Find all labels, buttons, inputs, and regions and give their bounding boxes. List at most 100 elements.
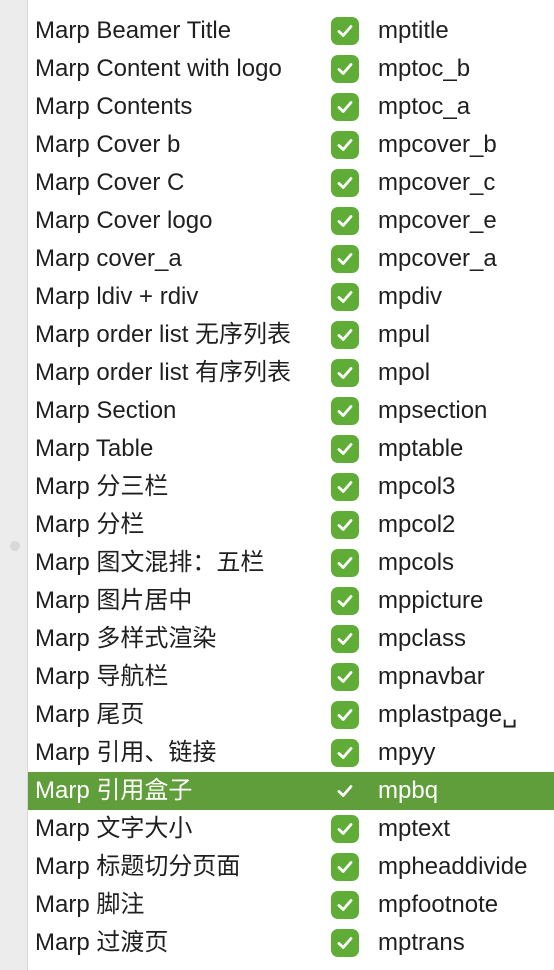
enabled-checkbox[interactable]: [331, 853, 359, 881]
snippet-abbreviation: mpcols: [378, 549, 455, 576]
enabled-checkbox[interactable]: [331, 169, 359, 197]
snippet-row[interactable]: Marp 导航栏 mpnavbar: [28, 658, 554, 696]
snippet-abbreviation: mpcol2: [378, 511, 456, 538]
enabled-checkbox[interactable]: [331, 815, 359, 843]
snippet-abbreviation: mpfootnote: [378, 891, 499, 918]
snippet-row[interactable]: Marp 分栏 mpcol2: [28, 506, 554, 544]
checkmark-icon: [337, 519, 353, 531]
snippet-row[interactable]: Marp ldiv + rdiv mpdiv: [28, 278, 554, 316]
checkmark-icon: [337, 899, 353, 911]
enabled-checkbox[interactable]: [331, 473, 359, 501]
enabled-checkbox[interactable]: [331, 511, 359, 539]
snippet-row[interactable]: Marp 多样式渲染 mpclass: [28, 620, 554, 658]
snippet-abbreviation: mpcover_b: [378, 131, 497, 158]
snippet-abbreviation: mplastpage␣: [378, 701, 518, 728]
checkmark-icon: [337, 177, 353, 189]
checkmark-icon: [337, 443, 353, 455]
checkmark-icon: [337, 747, 353, 759]
snippet-name: Marp 导航栏: [35, 663, 169, 690]
snippet-row[interactable]: Marp 引用、链接 mpyy: [28, 734, 554, 772]
snippet-row[interactable]: Marp 图文混排：五栏 mpcols: [28, 544, 554, 582]
checkmark-icon: [337, 709, 353, 721]
snippet-abbreviation: mpyy: [378, 739, 436, 766]
checkmark-icon: [337, 25, 353, 37]
splitter-handle-icon[interactable]: [10, 541, 20, 551]
checkmark-icon: [337, 101, 353, 113]
snippet-name: Marp Content with logo: [35, 55, 282, 82]
snippet-list-window: Marp Beamer Title mptitle Marp Content wit…: [0, 0, 554, 970]
snippet-row[interactable]: Marp order list 无序列表 mpul: [28, 316, 554, 354]
snippet-abbreviation: mptoc_a: [378, 93, 471, 120]
enabled-checkbox[interactable]: [331, 93, 359, 121]
enabled-checkbox[interactable]: [331, 321, 359, 349]
checkmark-icon: [337, 671, 353, 683]
snippet-row[interactable]: Marp cover_a mpcover_a: [28, 240, 554, 278]
snippet-row[interactable]: Marp order list 有序列表 mpol: [28, 354, 554, 392]
snippet-row[interactable]: Marp 标题切分页面 mpheaddivide: [28, 848, 554, 886]
snippet-row[interactable]: Marp 引用盒子 mpbq: [28, 772, 554, 810]
snippet-row[interactable]: Marp Cover C mpcover_c: [28, 164, 554, 202]
checkmark-icon: [337, 253, 353, 265]
checkmark-icon: [337, 405, 353, 417]
snippet-row[interactable]: Marp 文字大小 mptext: [28, 810, 554, 848]
snippet-name: Marp ldiv + rdiv: [35, 283, 199, 310]
snippet-row[interactable]: Marp Cover logo mpcover_e: [28, 202, 554, 240]
sidebar-divider[interactable]: [0, 0, 28, 970]
enabled-checkbox[interactable]: [331, 587, 359, 615]
enabled-checkbox[interactable]: [331, 663, 359, 691]
snippet-row[interactable]: Marp 分三栏 mpcol3: [28, 468, 554, 506]
checkmark-icon: [337, 329, 353, 341]
snippet-row[interactable]: Marp Section mpsection: [28, 392, 554, 430]
enabled-checkbox[interactable]: [331, 929, 359, 957]
enabled-checkbox[interactable]: [331, 397, 359, 425]
snippet-name: Marp 过渡页: [35, 929, 169, 956]
enabled-checkbox[interactable]: [331, 245, 359, 273]
enabled-checkbox[interactable]: [331, 207, 359, 235]
checkmark-icon: [337, 63, 353, 75]
snippet-row[interactable]: Marp 过渡页 mptrans: [28, 924, 554, 962]
snippet-name: Marp 分栏: [35, 511, 145, 538]
snippet-abbreviation: mpbq: [378, 777, 439, 804]
snippet-abbreviation: mpclass: [378, 625, 467, 652]
enabled-checkbox[interactable]: [331, 435, 359, 463]
snippet-name: Marp order list 无序列表: [35, 321, 292, 348]
snippet-row[interactable]: Marp 图片居中 mppicture: [28, 582, 554, 620]
snippet-name: Marp Cover b: [35, 131, 181, 158]
enabled-checkbox[interactable]: [331, 359, 359, 387]
checkmark-icon: [337, 557, 353, 569]
enabled-checkbox[interactable]: [331, 891, 359, 919]
snippet-name: Marp cover_a: [35, 245, 182, 272]
snippet-abbreviation: mptrans: [378, 929, 465, 956]
snippet-name: Marp Section: [35, 397, 177, 424]
enabled-checkbox[interactable]: [331, 549, 359, 577]
checkmark-icon: [337, 291, 353, 303]
snippet-abbreviation: mptitle: [378, 17, 449, 44]
checkmark-icon: [337, 861, 353, 873]
snippet-row[interactable]: Marp Content with logo mptoc_b: [28, 50, 554, 88]
snippet-name: Marp 多样式渲染: [35, 625, 217, 652]
snippet-abbreviation: mptext: [378, 815, 451, 842]
enabled-checkbox[interactable]: [331, 131, 359, 159]
snippet-abbreviation: mpnavbar: [378, 663, 485, 690]
snippet-name: Marp Cover logo: [35, 207, 213, 234]
snippet-row[interactable]: Marp 脚注 mpfootnote: [28, 886, 554, 924]
snippet-name: Marp order list 有序列表: [35, 359, 292, 386]
snippet-abbreviation: mpcover_c: [378, 169, 496, 196]
enabled-checkbox[interactable]: [331, 701, 359, 729]
enabled-checkbox[interactable]: [331, 739, 359, 767]
snippet-row[interactable]: Marp Cover b mpcover_b: [28, 126, 554, 164]
enabled-checkbox[interactable]: [331, 777, 359, 805]
snippet-row[interactable]: Marp 尾页 mplastpage␣: [28, 696, 554, 734]
enabled-checkbox[interactable]: [331, 55, 359, 83]
snippet-row[interactable]: Marp Contents mptoc_a: [28, 88, 554, 126]
enabled-checkbox[interactable]: [331, 283, 359, 311]
enabled-checkbox[interactable]: [331, 625, 359, 653]
snippet-list: Marp Beamer Title mptitle Marp Content wit…: [28, 12, 554, 962]
snippet-abbreviation: mppicture: [378, 587, 484, 614]
snippet-row[interactable]: Marp Beamer Title mptitle: [28, 12, 554, 50]
snippet-abbreviation: mpcover_a: [378, 245, 497, 272]
snippet-name: Marp 图片居中: [35, 587, 193, 614]
enabled-checkbox[interactable]: [331, 17, 359, 45]
snippet-row[interactable]: Marp Table mptable: [28, 430, 554, 468]
checkmark-icon: [337, 215, 353, 227]
